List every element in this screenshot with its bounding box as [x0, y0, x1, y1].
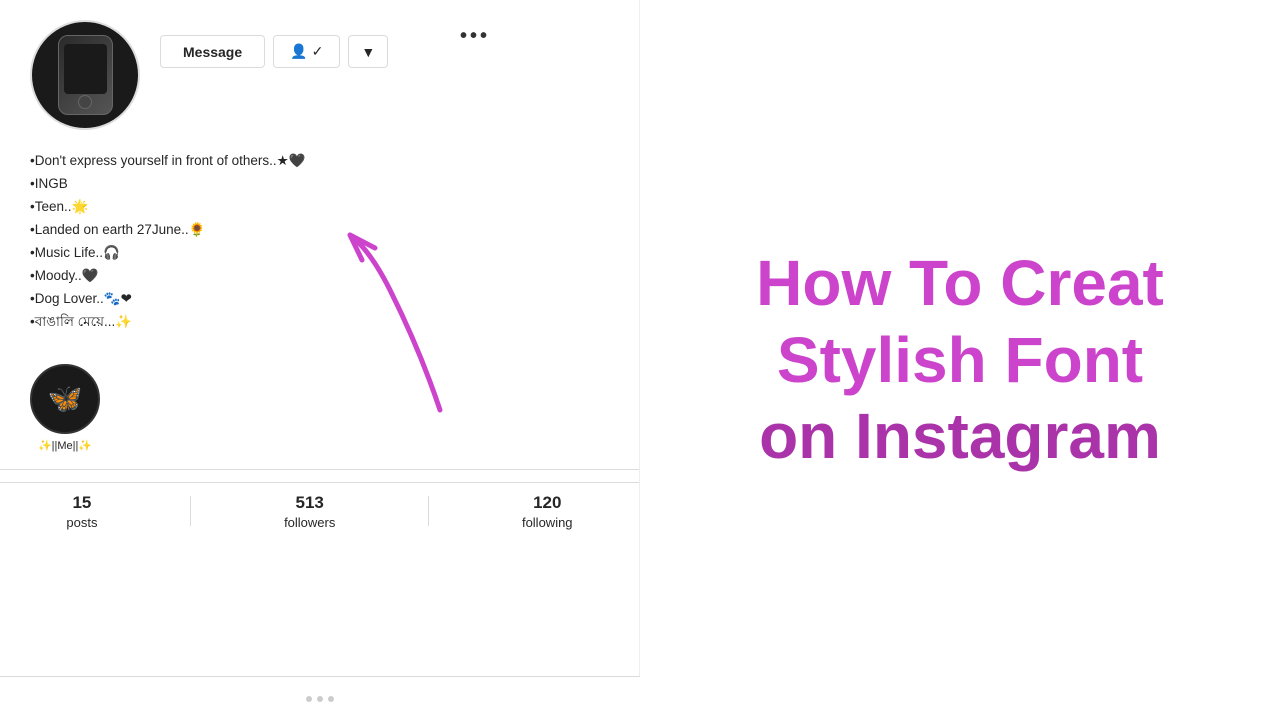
followers-count: 513 [296, 493, 324, 513]
posts-count: 15 [72, 493, 91, 513]
profile-divider [0, 469, 639, 470]
followers-label: followers [284, 515, 335, 530]
bio-section: •Don't express yourself in front of othe… [0, 140, 639, 349]
avatar [30, 20, 140, 130]
highlight-section: 🦋 ✨||Me||✨ [0, 349, 639, 457]
highlight-label: ✨||Me||✨ [30, 439, 100, 452]
profile-header: Message 👤 ✓ ▼ [0, 0, 639, 140]
highlight-circle[interactable]: 🦋 [30, 364, 100, 434]
avatar-phone-image [58, 35, 113, 115]
stat-divider-2 [428, 496, 429, 526]
bio-line-8: •বাঙালি মেয়ে...✨ [30, 311, 609, 334]
follow-check-button[interactable]: 👤 ✓ [273, 35, 340, 68]
bio-line-7: •Dog Lover..🐾❤ [30, 288, 609, 311]
message-button[interactable]: Message [160, 35, 265, 68]
following-label: following [522, 515, 573, 530]
title-container: How To Creat Stylish Font on Instagram [640, 225, 1280, 495]
check-mark: ✓ [312, 43, 324, 60]
bio-line-3: •Teen..🌟 [30, 196, 609, 219]
person-icon: 👤 [290, 43, 307, 60]
bio-line-4: •Landed on earth 27June..🌻 [30, 219, 609, 242]
stats-bar: 15 posts 513 followers 120 following [0, 482, 639, 540]
bio-line-2: •INGB [30, 173, 609, 196]
tab-indicator [306, 696, 312, 702]
bio-line-6: •Moody..🖤 [30, 265, 609, 288]
instagram-profile-panel: Message 👤 ✓ ▼ ••• •Don't express yoursel… [0, 0, 640, 720]
title-line-1: How To Creat Stylish Font [660, 245, 1260, 399]
more-options-dots[interactable]: ••• [460, 25, 490, 48]
bio-line-5: •Music Life..🎧 [30, 242, 609, 265]
dropdown-button[interactable]: ▼ [348, 35, 388, 68]
bio-line-1: •Don't express yourself in front of othe… [30, 150, 609, 173]
followers-stat[interactable]: 513 followers [284, 493, 335, 530]
stat-divider-1 [190, 496, 191, 526]
posts-label: posts [66, 515, 97, 530]
header-right: Message 👤 ✓ ▼ [160, 20, 609, 68]
following-count: 120 [533, 493, 561, 513]
bottom-tab-bar [0, 676, 640, 720]
posts-stat[interactable]: 15 posts [66, 493, 97, 530]
following-stat[interactable]: 120 following [522, 493, 573, 530]
tab-indicator-3 [328, 696, 334, 702]
butterfly-icon: 🦋 [48, 382, 83, 415]
arrow-annotation [340, 230, 470, 430]
tab-indicator-2 [317, 696, 323, 702]
title-panel: How To Creat Stylish Font on Instagram [640, 0, 1280, 720]
title-line-2: on Instagram [660, 398, 1260, 475]
action-buttons: Message 👤 ✓ ▼ [160, 35, 609, 68]
